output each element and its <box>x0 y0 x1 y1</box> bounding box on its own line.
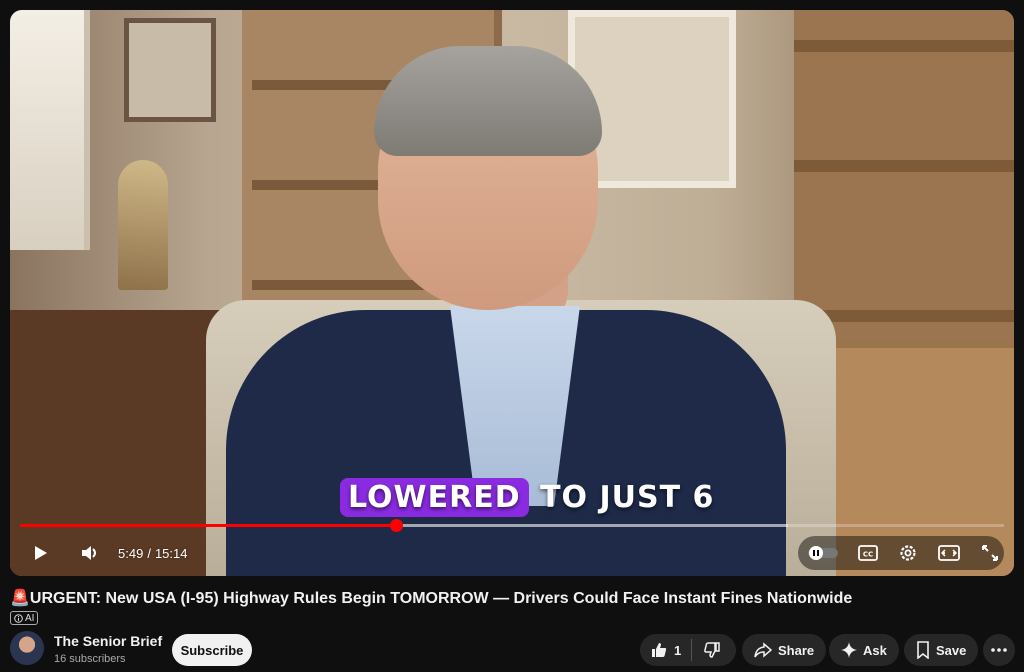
theater-mode-icon <box>938 545 960 561</box>
caption-text: TO JUST 6 <box>540 480 715 515</box>
ai-label-badge[interactable]: AI <box>10 611 39 625</box>
video-player[interactable]: LOWERED TO JUST 6 5:49 / 15:14 CC <box>10 10 1014 576</box>
video-title-text: URGENT: New USA (I-95) Highway Rules Beg… <box>29 590 853 607</box>
share-icon <box>754 642 772 658</box>
progress-bar[interactable] <box>20 519 1004 532</box>
channel-avatar[interactable] <box>10 631 44 665</box>
autoplay-toggle[interactable] <box>806 538 840 568</box>
gear-icon <box>898 543 918 563</box>
volume-icon <box>80 544 100 562</box>
like-button[interactable]: 1 <box>640 634 691 666</box>
theater-button[interactable] <box>934 538 964 568</box>
video-caption: LOWERED TO JUST 6 <box>340 478 715 517</box>
siren-icon: 🚨 <box>10 590 30 607</box>
svg-text:CC: CC <box>863 551 873 559</box>
volume-button[interactable] <box>76 538 104 568</box>
fullscreen-icon <box>981 544 999 562</box>
time-current: 5:49 <box>118 545 144 561</box>
play-button[interactable] <box>26 538 54 568</box>
play-icon <box>31 544 49 562</box>
dislike-button[interactable] <box>692 634 732 666</box>
subscribe-button[interactable]: Subscribe <box>172 634 252 666</box>
video-title: 🚨URGENT: New USA (I-95) Highway Rules Be… <box>10 588 852 608</box>
thumbs-up-icon <box>650 641 668 659</box>
time-separator: / <box>147 545 151 561</box>
time-total: 15:14 <box>154 545 188 561</box>
time-display: 5:49 / 15:14 <box>118 538 187 568</box>
player-controls: 5:49 / 15:14 CC <box>20 536 1004 570</box>
ask-label: Ask <box>863 642 887 658</box>
bookmark-icon <box>916 641 930 659</box>
more-horizontal-icon <box>991 648 1007 652</box>
like-dislike-group: 1 <box>640 634 736 666</box>
ask-button[interactable]: Ask <box>829 634 899 666</box>
save-button[interactable]: Save <box>904 634 979 666</box>
like-count: 1 <box>674 642 682 658</box>
channel-name[interactable]: The Senior Brief <box>54 633 162 649</box>
share-label: Share <box>778 642 815 658</box>
caption-highlight: LOWERED <box>340 478 529 517</box>
ai-label-text: AI <box>25 612 35 624</box>
thumbs-down-icon <box>703 641 721 659</box>
fullscreen-button[interactable] <box>976 538 1004 568</box>
share-button[interactable]: Share <box>742 634 827 666</box>
sparkle-icon <box>841 642 857 658</box>
cc-icon: CC <box>858 545 878 561</box>
more-actions-button[interactable] <box>983 634 1015 666</box>
info-icon <box>14 613 23 623</box>
progress-played <box>20 524 396 527</box>
save-label: Save <box>936 642 967 658</box>
progress-scrubber[interactable] <box>389 519 403 532</box>
subscriber-count: 16 subscribers <box>54 653 126 665</box>
settings-button[interactable] <box>894 538 922 568</box>
cc-button[interactable]: CC <box>854 538 882 568</box>
